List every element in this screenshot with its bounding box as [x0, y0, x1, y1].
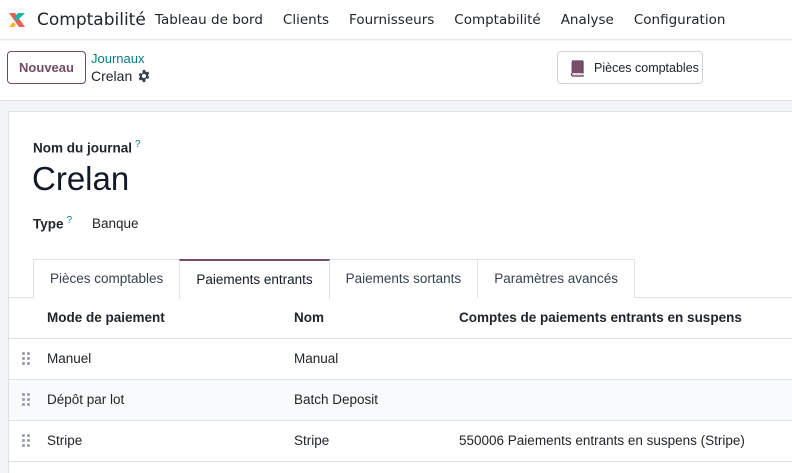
- help-icon[interactable]: ?: [67, 215, 73, 226]
- type-label: Type?: [33, 215, 72, 232]
- gear-icon[interactable]: [137, 69, 151, 83]
- menu-dashboard[interactable]: Tableau de bord: [145, 0, 273, 40]
- payment-methods-table: Mode de paiement Nom Comptes de paiement…: [9, 298, 792, 462]
- tab-advanced-settings[interactable]: Paramètres avancés: [477, 259, 635, 298]
- payment-method-cell: Stripe: [47, 433, 83, 448]
- main-menu: Tableau de bord Clients Fournisseurs Com…: [145, 0, 735, 40]
- payment-method-cell: Dépôt par lot: [47, 392, 125, 407]
- journal-entries-label: Pièces comptables: [594, 60, 699, 75]
- type-label-text: Type: [33, 216, 64, 232]
- new-button[interactable]: Nouveau: [7, 51, 86, 84]
- name-cell: Manual: [294, 351, 339, 366]
- top-navbar: Comptabilité Tableau de bord Clients Fou…: [0, 0, 792, 40]
- drag-handle-icon[interactable]: [22, 352, 32, 366]
- column-header-name[interactable]: Nom: [294, 298, 324, 338]
- table-row[interactable]: Stripe Stripe 550006 Paiements entrants …: [9, 421, 792, 462]
- table-header: Mode de paiement Nom Comptes de paiement…: [9, 298, 792, 339]
- journal-name-field[interactable]: Crelan: [32, 160, 129, 198]
- journal-entries-button[interactable]: Pièces comptables: [557, 51, 703, 84]
- menu-configuration[interactable]: Configuration: [624, 0, 736, 40]
- book-icon: [570, 59, 584, 77]
- type-field[interactable]: Banque: [92, 216, 139, 231]
- menu-accounting[interactable]: Comptabilité: [444, 0, 550, 40]
- table-row[interactable]: Dépôt par lot Batch Deposit: [9, 380, 792, 421]
- breadcrumb-journals[interactable]: Journaux: [91, 51, 144, 66]
- journal-name-label: Nom du journal?: [33, 139, 141, 156]
- drag-handle-icon[interactable]: [22, 434, 32, 448]
- accounting-app-icon[interactable]: [7, 10, 27, 30]
- breadcrumb-current: Crelan: [91, 68, 133, 84]
- help-icon[interactable]: ?: [135, 139, 141, 150]
- app-name[interactable]: Comptabilité: [37, 10, 146, 30]
- payment-method-cell: Manuel: [47, 351, 92, 366]
- name-cell: Batch Deposit: [294, 392, 379, 407]
- column-header-outstanding-accounts[interactable]: Comptes de paiements entrants en suspens: [459, 298, 742, 338]
- form-sheet: Nom du journal? Crelan Type? Banque Pièc…: [8, 111, 792, 473]
- drag-handle-icon[interactable]: [22, 393, 32, 407]
- journal-name-label-text: Nom du journal: [33, 140, 132, 156]
- outstanding-account-cell: 550006 Paiements entrants en suspens (St…: [459, 433, 745, 448]
- control-panel: Nouveau Journaux Crelan Pièces comptable…: [0, 41, 792, 101]
- name-cell: Stripe: [294, 433, 330, 448]
- menu-analysis[interactable]: Analyse: [551, 0, 624, 40]
- tab-outgoing-payments[interactable]: Paiements sortants: [328, 259, 479, 298]
- table-row[interactable]: Manuel Manual: [9, 339, 792, 380]
- menu-clients[interactable]: Clients: [273, 0, 339, 40]
- notebook-tabs: Pièces comptables Paiements entrants Pai…: [33, 259, 635, 299]
- tab-journal-entries[interactable]: Pièces comptables: [33, 259, 181, 298]
- menu-suppliers[interactable]: Fournisseurs: [339, 0, 444, 40]
- column-header-payment-method[interactable]: Mode de paiement: [47, 298, 165, 338]
- tab-incoming-payments[interactable]: Paiements entrants: [179, 259, 330, 299]
